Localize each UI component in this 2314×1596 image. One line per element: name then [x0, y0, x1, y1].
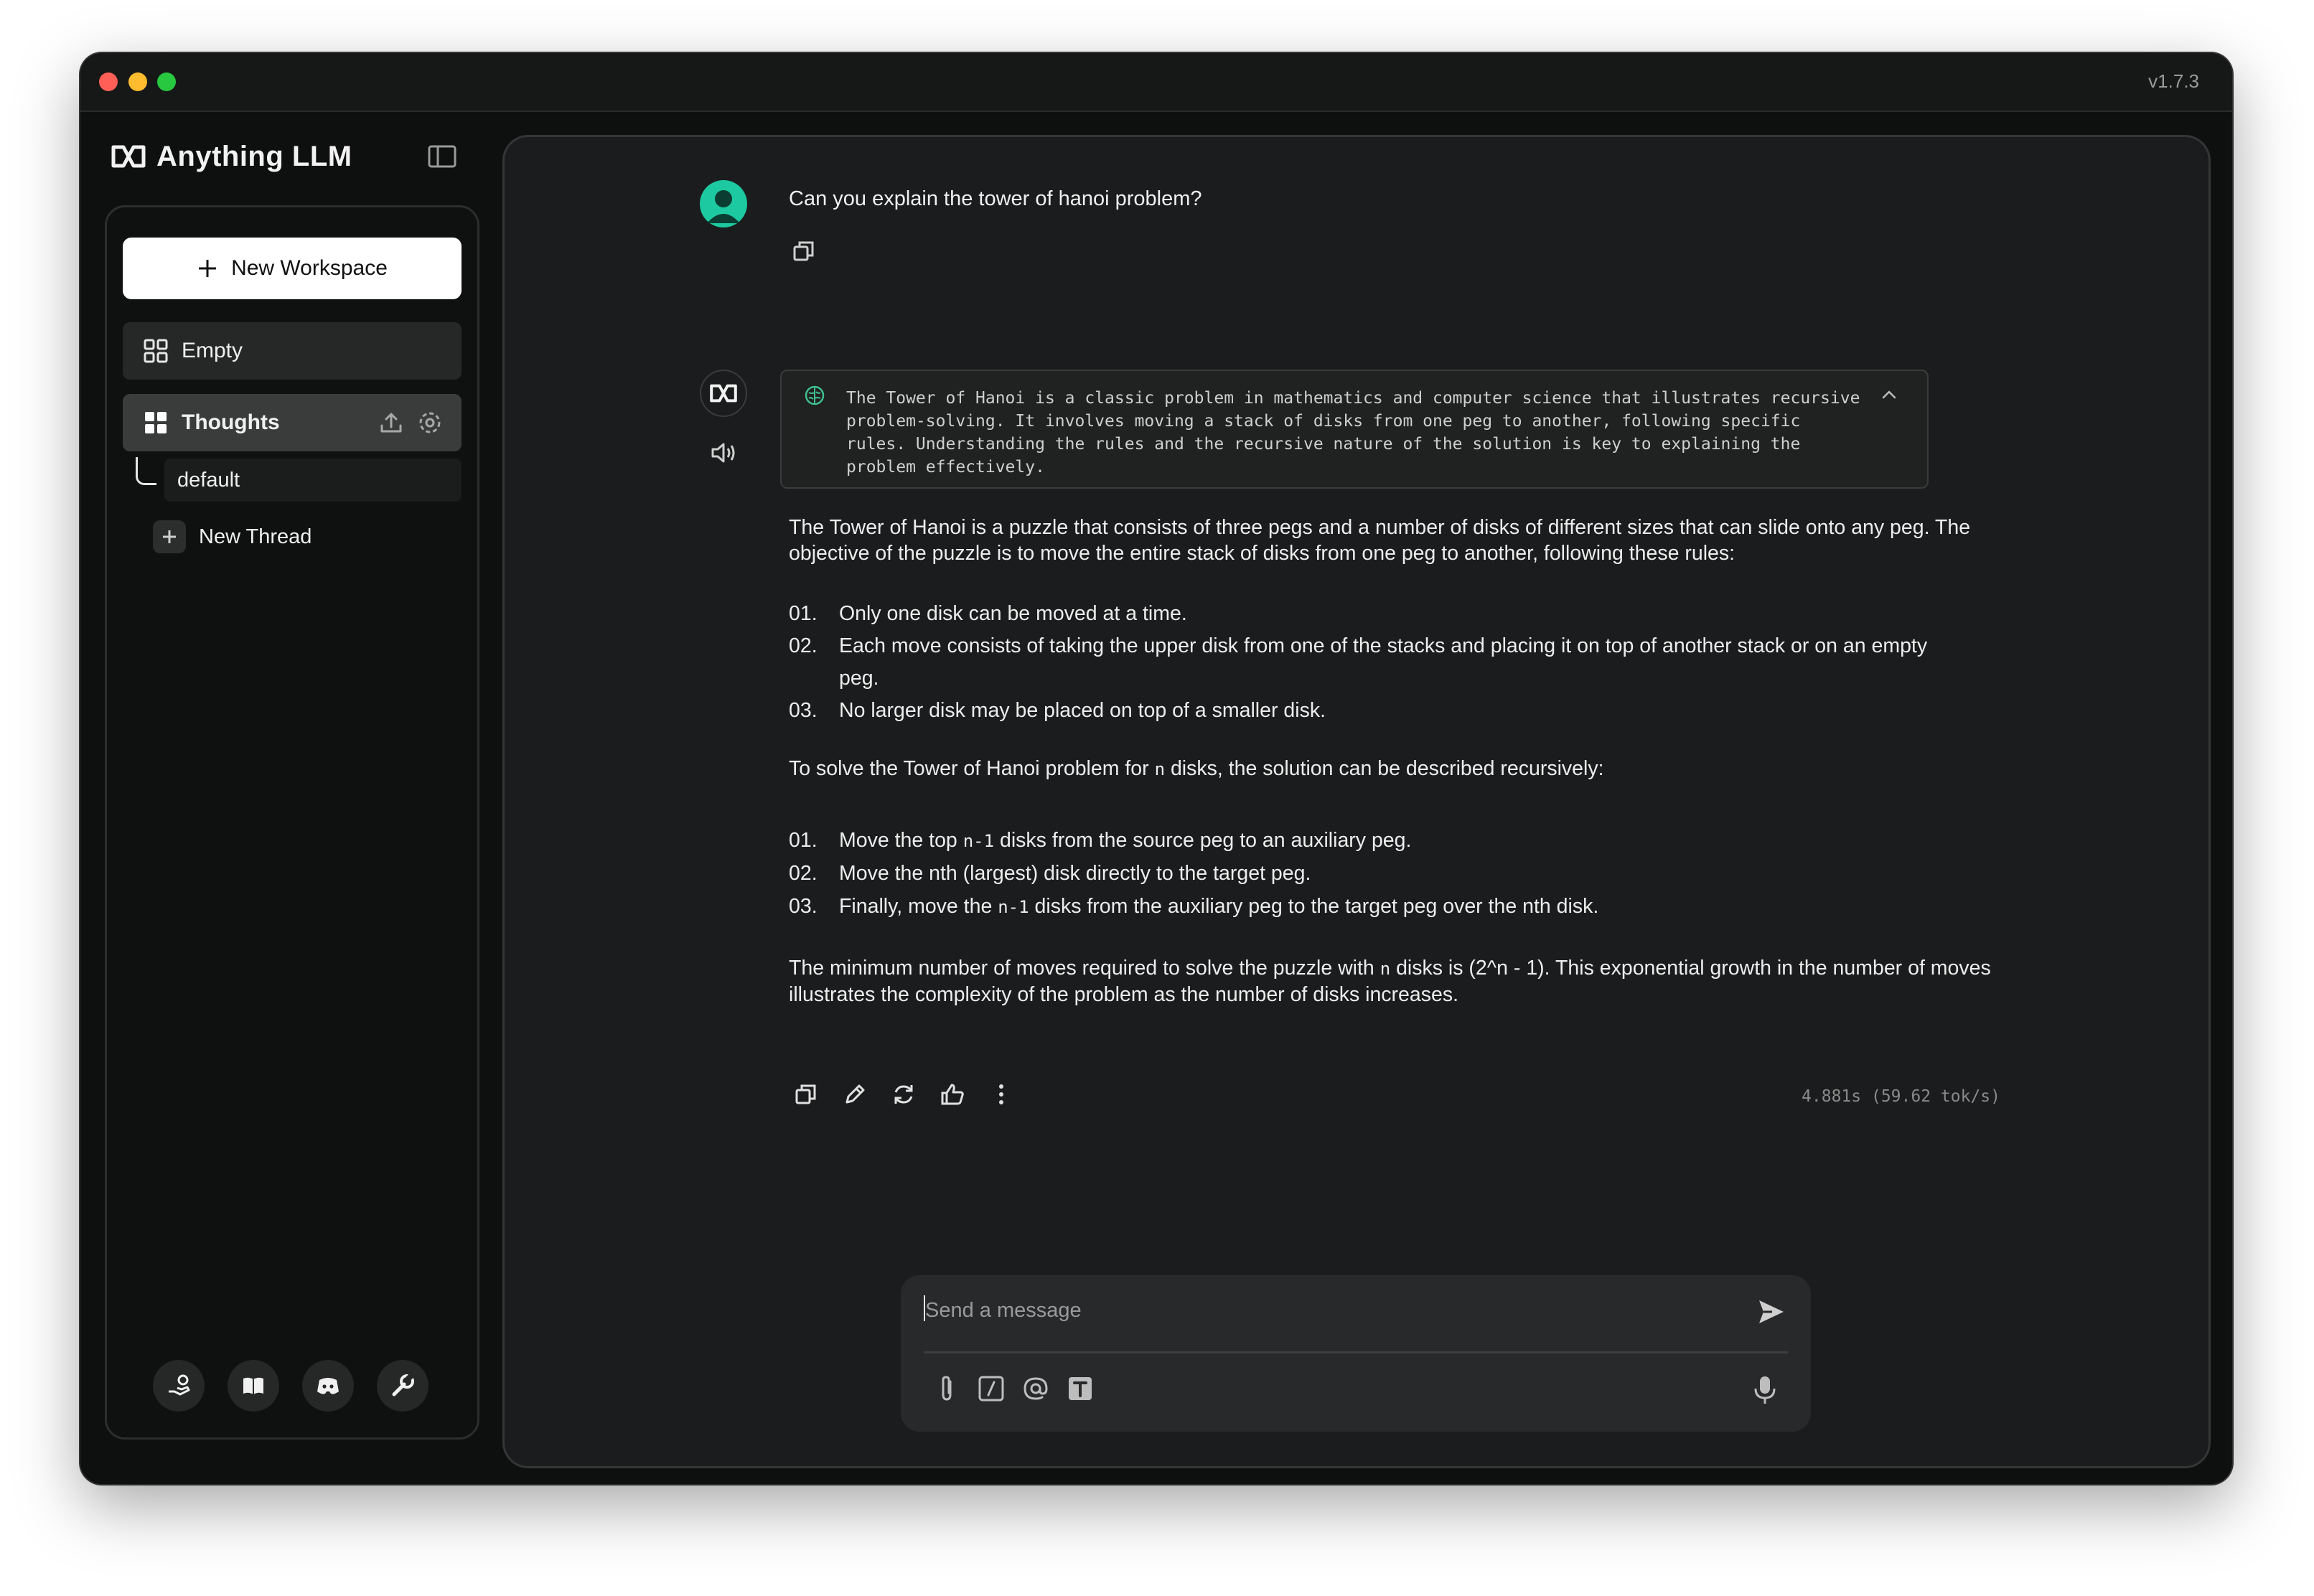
list-item: 03. No larger disk may be placed on top o… [789, 699, 1326, 722]
version-label: v1.7.3 [2148, 70, 2199, 92]
brain-icon [805, 385, 825, 405]
upload-icon[interactable] [378, 410, 404, 436]
assistant-avatar [700, 370, 747, 417]
community-hand-icon[interactable] [153, 1360, 205, 1412]
plus-icon [153, 520, 186, 553]
new-thread-label: New Thread [199, 525, 312, 548]
docs-book-icon[interactable] [228, 1360, 279, 1412]
thread-label: default [177, 468, 240, 492]
copy-icon[interactable] [792, 239, 816, 263]
answer-paragraph: The Tower of Hanoi is a puzzle that cons… [789, 516, 1971, 565]
zoom-window-button[interactable] [157, 72, 176, 91]
message-input[interactable] [924, 1288, 1716, 1333]
workspace-item-empty[interactable]: Empty [123, 322, 462, 380]
attach-icon[interactable] [932, 1374, 961, 1403]
steps-list: 01. Move the top n-1 disks from the sourc… [789, 825, 1966, 924]
close-window-button[interactable] [99, 72, 118, 91]
list-item: 01. Only one disk can be moved at a time. [789, 602, 1187, 625]
brand-name: Anything LLM [156, 140, 352, 172]
sidebar-toggle-icon[interactable] [426, 141, 458, 172]
new-workspace-button[interactable]: New Workspace [123, 238, 462, 299]
at-mention-icon[interactable] [1021, 1374, 1050, 1403]
title-bar: v1.7.3 [80, 53, 2232, 112]
thread-item-default[interactable]: default [164, 459, 462, 502]
workspace-item-thoughts[interactable]: Thoughts [123, 394, 462, 451]
rules-list: 01. Only one disk can be moved at a time.… [789, 598, 1966, 727]
user-avatar [700, 180, 747, 227]
message-composer [901, 1275, 1811, 1432]
microphone-icon[interactable] [1752, 1374, 1778, 1406]
copy-icon[interactable] [792, 1080, 820, 1109]
list-item: 01. Move the top n-1 disks from the sourc… [789, 829, 1412, 852]
sidebar: New Workspace Empty Thoughts default New… [105, 205, 479, 1440]
text-cursor [924, 1295, 925, 1321]
message-actions [792, 1080, 1016, 1109]
grid-filled-icon [145, 412, 167, 433]
list-item: 03. Finally, move the n-1 disks from the … [789, 895, 1599, 918]
answer-paragraph: To solve the Tower of Hanoi problem for … [789, 757, 1604, 780]
composer-divider [924, 1351, 1788, 1353]
list-item: 02. Move the nth (largest) disk directly … [789, 862, 1311, 885]
list-item: 02. Each move consists of taking the uppe… [789, 634, 1928, 690]
gear-icon[interactable] [417, 410, 443, 436]
edit-icon[interactable] [840, 1080, 869, 1109]
settings-wrench-icon[interactable] [377, 1360, 428, 1412]
anything-llm-logo-icon [710, 384, 737, 403]
minimize-window-button[interactable] [128, 72, 147, 91]
app-window: v1.7.3 Anything LLM New Workspace Empty … [80, 53, 2232, 1484]
speaker-icon[interactable] [710, 440, 739, 466]
thread-connector [136, 457, 156, 485]
response-metrics: 4.881s (59.62 tok/s) [1802, 1087, 2000, 1106]
slash-command-icon[interactable] [977, 1374, 1006, 1403]
thought-text: The Tower of Hanoi is a classic problem … [846, 389, 1860, 477]
more-options-icon[interactable] [987, 1080, 1016, 1109]
sidebar-footer [153, 1360, 428, 1412]
user-message: Can you explain the tower of hanoi probl… [789, 187, 1202, 210]
answer-paragraph: The minimum number of moves required to … [789, 957, 1991, 1006]
thumbs-up-icon[interactable] [938, 1080, 967, 1109]
grid-icon [144, 339, 168, 363]
chevron-up-icon[interactable] [1880, 385, 1898, 404]
workspace-label: Thoughts [182, 410, 280, 434]
new-workspace-label: New Workspace [231, 256, 388, 280]
composer-tools [932, 1374, 1095, 1403]
regenerate-icon[interactable] [889, 1080, 918, 1109]
discord-icon[interactable] [302, 1360, 354, 1412]
anything-llm-logo-icon [111, 145, 146, 168]
brand: Anything LLM [111, 135, 352, 178]
new-thread-button[interactable]: New Thread [153, 519, 312, 555]
plus-icon [199, 260, 217, 277]
workspace-actions [378, 410, 443, 436]
send-icon[interactable] [1756, 1297, 1786, 1327]
thought-panel[interactable]: The Tower of Hanoi is a classic problem … [780, 370, 1929, 489]
workspace-label: Empty [182, 339, 243, 362]
text-format-icon[interactable] [1066, 1374, 1095, 1403]
chat-panel: Can you explain the tower of hanoi probl… [502, 135, 2211, 1468]
